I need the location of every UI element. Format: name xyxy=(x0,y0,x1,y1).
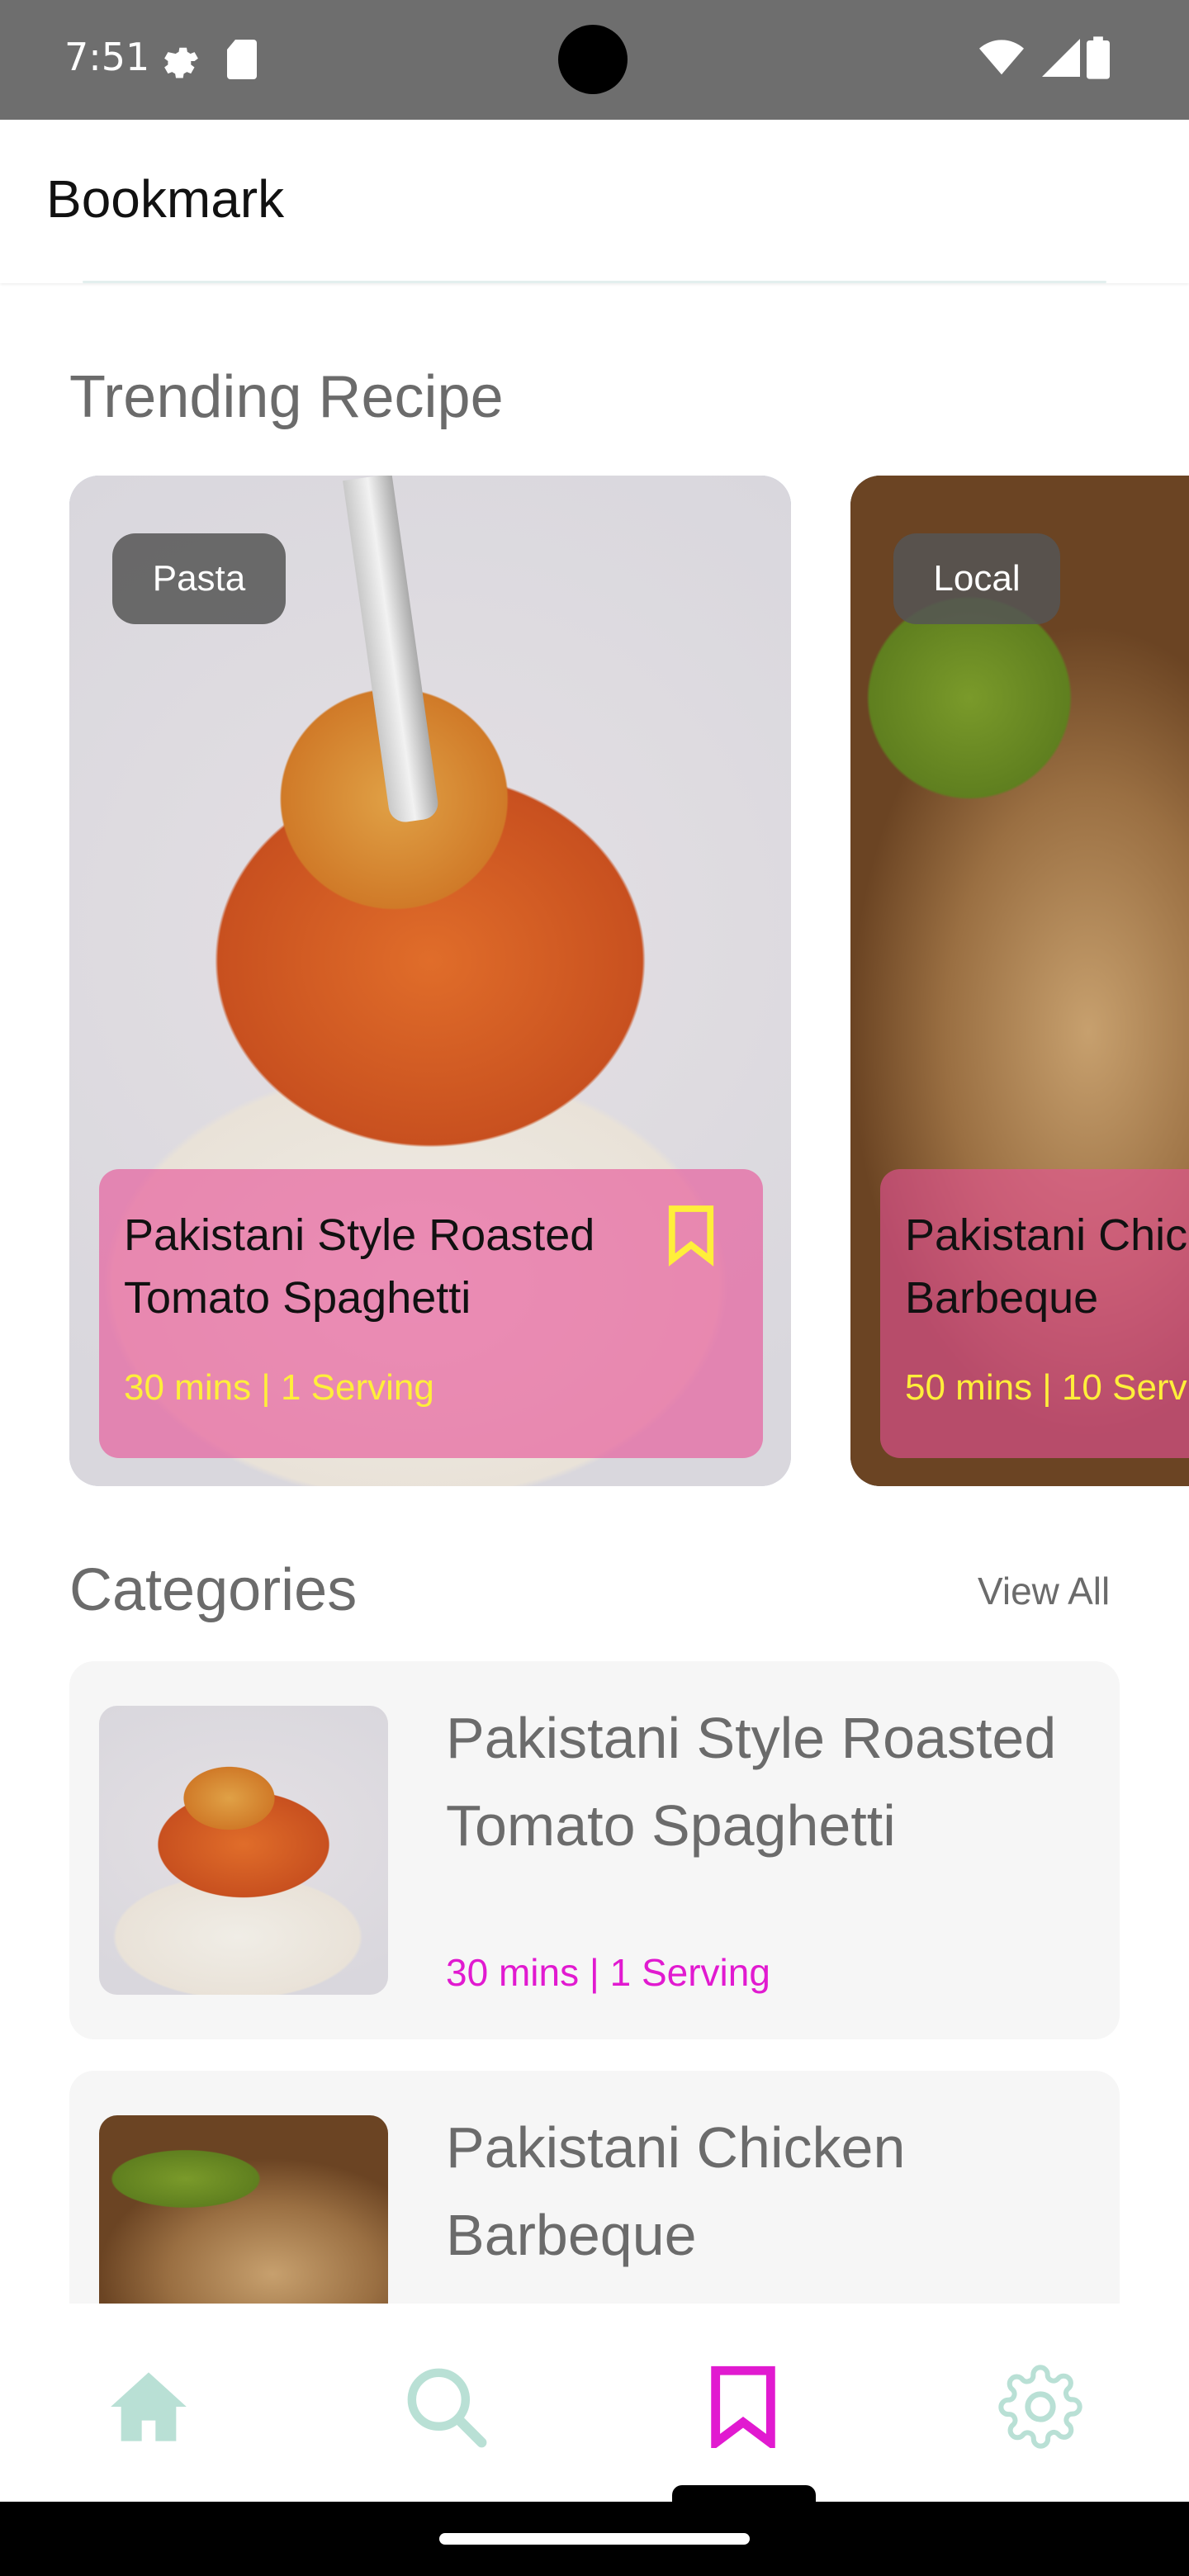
wifi-icon xyxy=(979,40,1024,75)
active-nav-indicator xyxy=(672,2485,816,2503)
trending-card[interactable]: Local Pakistani Chicken Barbeque 50 mins… xyxy=(850,476,1189,1486)
bookmark-icon xyxy=(711,2365,775,2448)
category-tag: Pasta xyxy=(112,533,286,624)
recipe-meta: 50 mins | 10 Servings xyxy=(905,1367,1189,1408)
signal-icon xyxy=(1042,39,1080,77)
list-item-meta: 30 mins | 1 Serving xyxy=(446,1951,770,1994)
nav-search[interactable] xyxy=(396,2361,495,2452)
home-icon xyxy=(111,2372,187,2441)
list-item-title: Pakistani Chicken Barbeque xyxy=(446,2115,906,2267)
recipe-thumbnail xyxy=(99,1706,388,1995)
categories-title: Categories xyxy=(69,1557,358,1623)
camera-cutout xyxy=(558,25,628,94)
search-bar-edge xyxy=(83,281,1106,283)
gear-icon xyxy=(998,2365,1082,2449)
list-item[interactable]: Pakistani Style Roasted Tomato Spaghetti… xyxy=(69,1661,1120,2039)
recipe-meta: 30 mins | 1 Serving xyxy=(124,1367,434,1408)
trending-card[interactable]: Pasta Pakistani Style Roasted Tomato Spa… xyxy=(69,476,791,1486)
view-all-link[interactable]: View All xyxy=(978,1569,1110,1613)
status-time: 7:51 xyxy=(64,35,150,79)
recipe-title: Pakistani Chicken Barbeque xyxy=(905,1210,1189,1323)
list-item-title: Pakistani Style Roasted Tomato Spaghetti xyxy=(446,1706,1057,1858)
search-icon xyxy=(407,2368,487,2448)
sd-card-icon xyxy=(227,40,257,79)
settings-status-icon xyxy=(164,47,198,78)
bookmark-icon[interactable] xyxy=(666,1202,717,1267)
recipe-info-overlay: Pakistani Chicken Barbeque 50 mins | 10 … xyxy=(880,1169,1189,1458)
category-tag: Local xyxy=(893,533,1060,624)
battery-icon xyxy=(1087,36,1110,79)
trending-title: Trending Recipe xyxy=(69,364,504,430)
nav-bookmark[interactable] xyxy=(694,2361,793,2452)
nav-home[interactable] xyxy=(99,2361,198,2452)
nav-settings[interactable] xyxy=(991,2361,1090,2452)
gesture-handle[interactable] xyxy=(439,2533,750,2545)
recipe-title: Pakistani Style Roasted Tomato Spaghetti xyxy=(124,1210,595,1323)
recipe-info-overlay: Pakistani Style Roasted Tomato Spaghetti… xyxy=(99,1169,763,1458)
page-title: Bookmark xyxy=(46,169,285,229)
